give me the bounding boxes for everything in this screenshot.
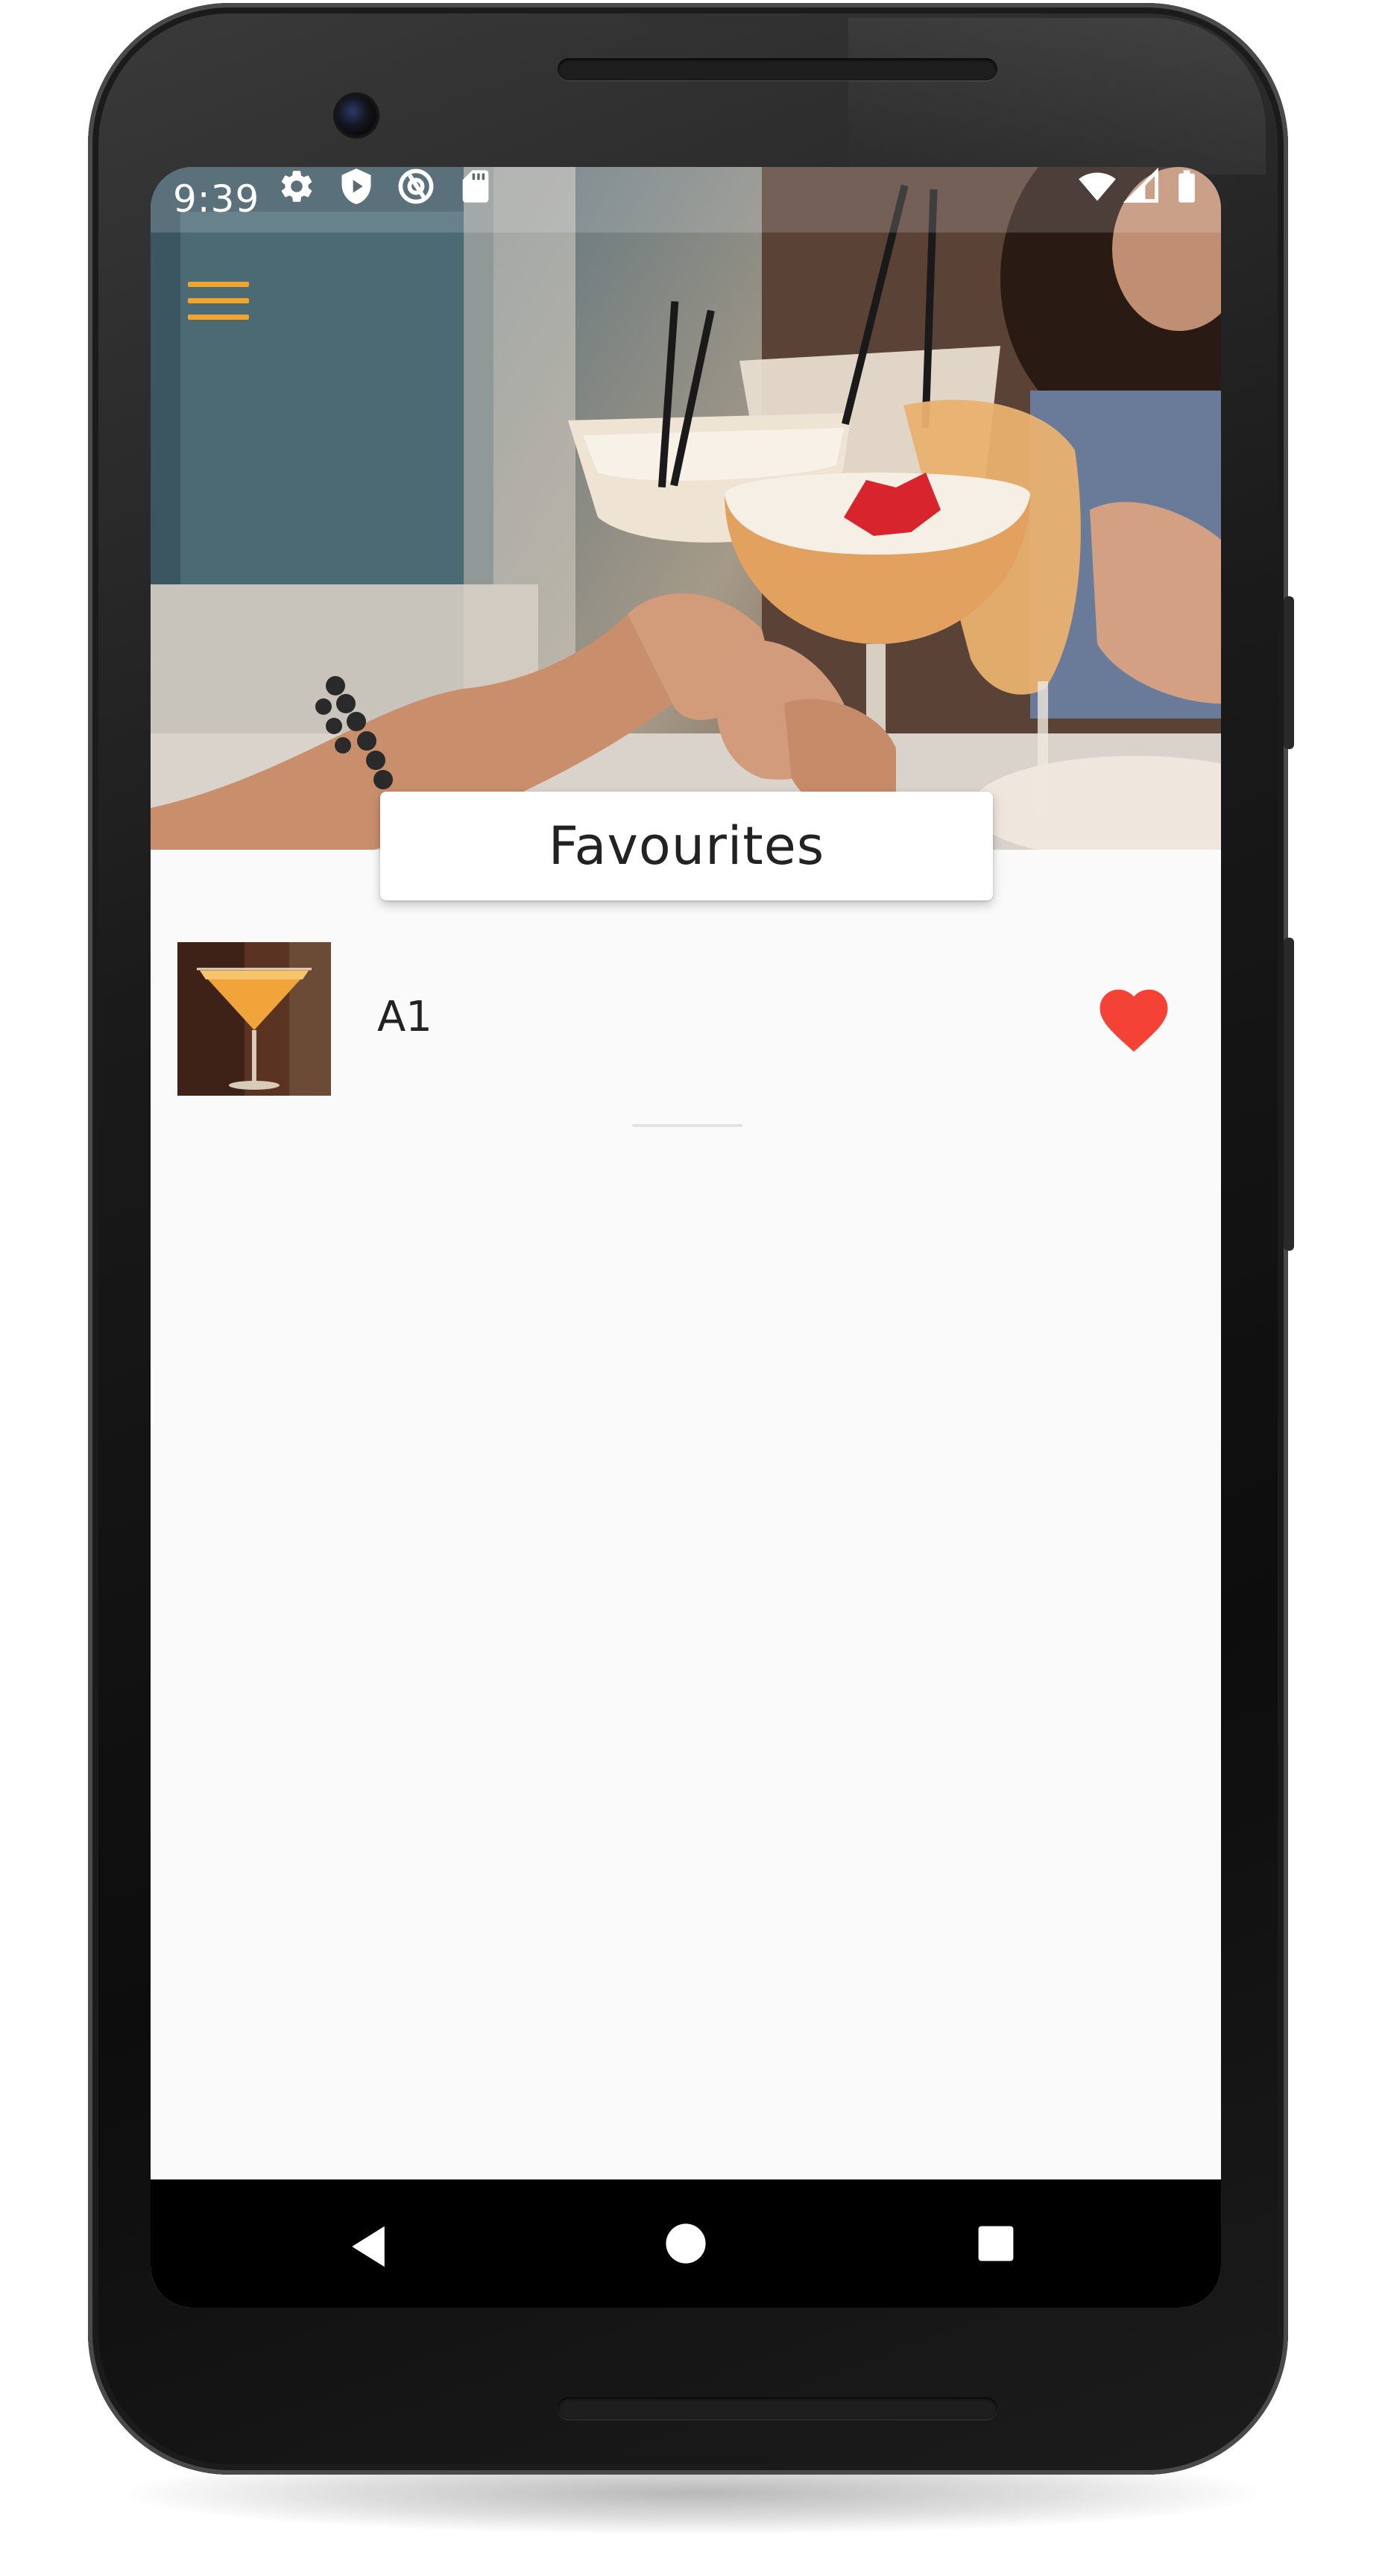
circle-home-icon[interactable]	[665, 2223, 707, 2264]
menu-line	[188, 282, 249, 287]
gear-icon	[281, 171, 312, 202]
power-button	[1284, 596, 1294, 749]
cocktail-thumbnail	[177, 942, 331, 1096]
bottom-speaker	[558, 2397, 997, 2419]
page-title: Favourites	[548, 815, 825, 877]
cocktail-toast-illustration	[151, 167, 1221, 850]
front-camera	[336, 95, 376, 136]
device-mockup: 9:39 Favourites A1	[0, 0, 1385, 2576]
menu-line	[188, 298, 249, 303]
sd-card-icon	[462, 170, 489, 203]
favourite-item-name: A1	[377, 993, 432, 1041]
top-speaker	[558, 58, 997, 80]
wifi-icon	[1079, 172, 1116, 201]
list-divider	[632, 1124, 742, 1127]
page-title-card: Favourites	[380, 792, 993, 900]
battery-icon	[1179, 170, 1195, 203]
cellular-signal-icon	[1123, 167, 1158, 203]
volume-rocker	[1284, 938, 1294, 1251]
triangle-back-icon[interactable]	[347, 2224, 389, 2269]
favourite-list-item[interactable]: A1	[177, 942, 1194, 1097]
at-sign-icon	[398, 168, 434, 204]
status-time: 9:39	[173, 177, 260, 221]
shield-play-icon	[341, 168, 371, 204]
status-bar: 9:39	[151, 167, 1221, 233]
frame-glare	[848, 18, 1266, 174]
app-screen: 9:39 Favourites A1	[151, 167, 1221, 2308]
hero-image: 9:39	[151, 167, 1221, 850]
martini-glass-image	[177, 942, 331, 1096]
system-navigation-bar	[151, 2179, 1221, 2308]
heart-filled-icon[interactable]	[1093, 979, 1175, 1054]
square-recents-icon[interactable]	[977, 2224, 1015, 2263]
hamburger-menu-icon[interactable]	[180, 271, 255, 334]
menu-line	[188, 315, 249, 320]
